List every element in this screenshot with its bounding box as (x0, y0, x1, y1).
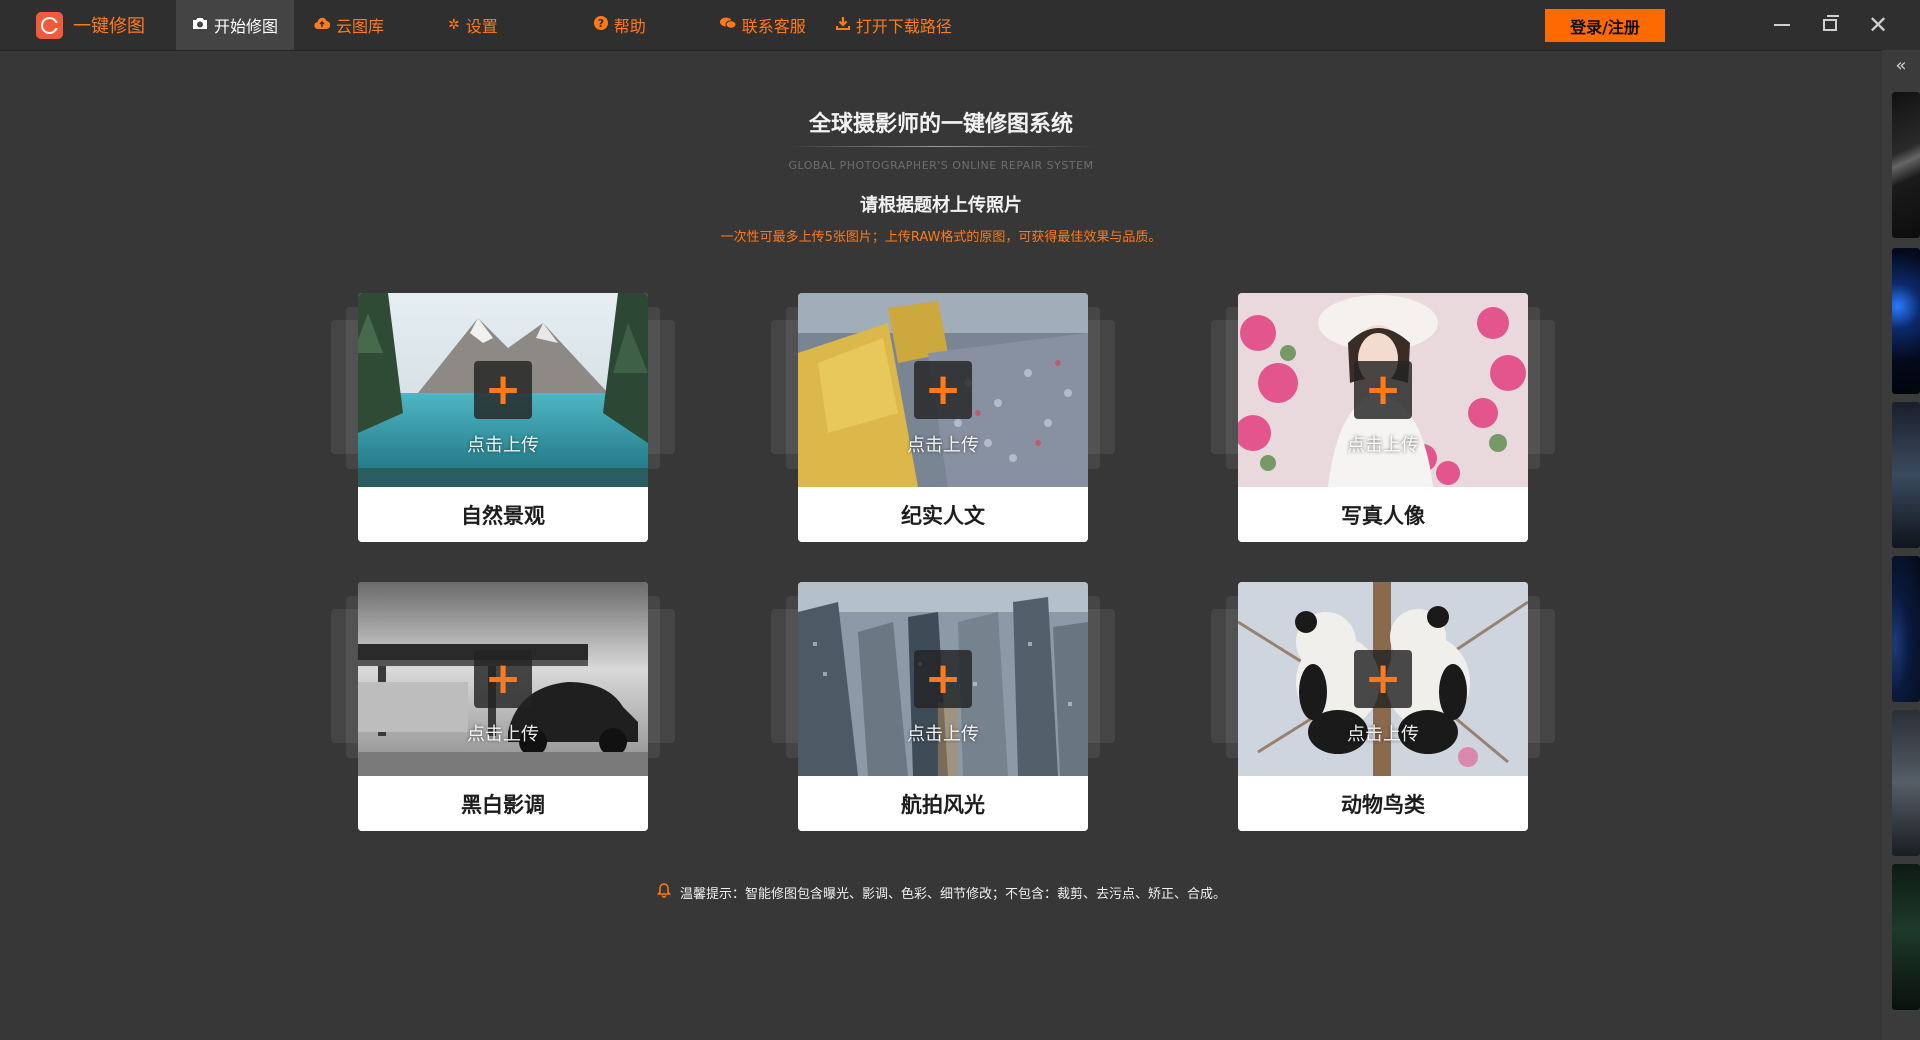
minimize-button[interactable] (1769, 12, 1795, 38)
nav-item-cloud-gallery[interactable]: 云图库 (294, 0, 408, 50)
nav-label: 云图库 (336, 17, 385, 36)
card-title: 航拍风光 (798, 776, 1088, 831)
plus-icon: + (1364, 364, 1402, 415)
plus-icon: + (484, 364, 522, 415)
nav-item-start-retouch[interactable]: 开始修图 (176, 0, 295, 50)
rail-thumbnail[interactable] (1892, 556, 1920, 702)
bell-icon (656, 882, 672, 902)
maximize-button[interactable] (1817, 12, 1843, 38)
card-title: 自然景观 (358, 487, 648, 542)
category-card-animals-birds[interactable]: + 点击上传 动物鸟类 (1211, 582, 1555, 831)
category-card-portrait[interactable]: + 点击上传 写真人像 (1211, 293, 1555, 542)
rail-thumbnail[interactable] (1892, 402, 1920, 548)
card-title: 黑白影调 (358, 776, 648, 831)
double-chevron-left-icon: « (1895, 54, 1907, 76)
category-card-nature[interactable]: + 点击上传 自然景观 (331, 293, 675, 542)
category-card-documentary[interactable]: + 点击上传 纪实人文 (771, 293, 1115, 542)
plus-icon: + (484, 653, 522, 704)
app-logo-icon (36, 11, 63, 39)
tip-bar: 温馨提示：智能修图包含曝光、影调、色彩、细节修改；不包含：裁剪、去污点、矫正、合… (0, 882, 1882, 902)
card-body: + 点击上传 航拍风光 (798, 582, 1088, 831)
card-body: + 点击上传 写真人像 (1238, 293, 1528, 542)
login-register-button[interactable]: 登录/注册 (1545, 9, 1665, 42)
upload-label: 点击上传 (467, 724, 539, 745)
nav-label: 开始修图 (214, 17, 279, 36)
page-title: 全球摄影师的一键修图系统 (808, 112, 1073, 137)
help-icon: ? (593, 16, 608, 34)
card-body: + 点击上传 黑白影调 (358, 582, 648, 831)
svg-text:?: ? (598, 17, 604, 30)
cloud-icon (314, 17, 331, 34)
page-subtitle: GLOBAL PHOTOGRAPHER'S ONLINE REPAIR SYST… (788, 159, 1094, 172)
upload-heading: 请根据题材上传照片 (860, 195, 1022, 216)
nav-label: 设置 (465, 17, 498, 36)
rail-thumbnail[interactable] (1892, 92, 1920, 238)
chat-icon (719, 17, 737, 33)
rail-thumbnail[interactable] (1892, 710, 1920, 856)
gear-icon: ✲ (448, 17, 460, 33)
nav-item-settings[interactable]: ✲ 设置 (408, 0, 554, 50)
rail-thumbnail[interactable] (1892, 248, 1920, 394)
nav-item-help[interactable]: ? 帮助 (554, 0, 686, 50)
main-nav: 开始修图 云图库 ✲ 设置 ? 帮助 联系客服 打开下载路径 (176, 0, 968, 50)
close-icon: ✕ (1867, 11, 1889, 39)
upload-label: 点击上传 (907, 724, 979, 745)
plus-icon: + (1364, 653, 1402, 704)
nav-label: 帮助 (613, 17, 646, 36)
rail-thumbnail[interactable] (1892, 864, 1920, 1010)
nav-item-contact-support[interactable]: 联系客服 (686, 0, 822, 50)
upload-button[interactable]: + (914, 650, 972, 708)
tip-text: 温馨提示：智能修图包含曝光、影调、色彩、细节修改；不包含：裁剪、去污点、矫正、合… (679, 886, 1226, 902)
app-name: 一键修图 (73, 16, 145, 37)
upload-label: 点击上传 (907, 435, 979, 456)
plus-icon: + (924, 653, 962, 704)
title-divider (786, 146, 1096, 147)
nav-label: 联系客服 (741, 17, 806, 36)
collapse-rail-button[interactable]: « (1882, 50, 1920, 80)
upload-button[interactable]: + (1354, 650, 1412, 708)
card-title: 纪实人文 (798, 487, 1088, 542)
upload-hint: 一次性可最多上传5张图片；上传RAW格式的原图，可获得最佳效果与品质。 (720, 230, 1162, 245)
card-body: + 点击上传 动物鸟类 (1238, 582, 1528, 831)
card-title: 动物鸟类 (1238, 776, 1528, 831)
nav-item-open-download-path[interactable]: 打开下载路径 (822, 0, 968, 50)
title-bar: 一键修图 开始修图 云图库 ✲ 设置 ? 帮助 联系客服 打开下载路径 登录/注… (0, 0, 1920, 51)
upload-label: 点击上传 (467, 435, 539, 456)
upload-label: 点击上传 (1347, 435, 1419, 456)
card-title: 写真人像 (1238, 487, 1528, 542)
upload-label: 点击上传 (1347, 724, 1419, 745)
upload-button[interactable]: + (914, 361, 972, 419)
card-body: + 点击上传 纪实人文 (798, 293, 1088, 542)
upload-button[interactable]: + (474, 650, 532, 708)
close-button[interactable]: ✕ (1865, 12, 1891, 38)
plus-icon: + (924, 364, 962, 415)
category-card-black-white[interactable]: + 点击上传 黑白影调 (331, 582, 675, 831)
card-body: + 点击上传 自然景观 (358, 293, 648, 542)
upload-button[interactable]: + (1354, 361, 1412, 419)
minimize-icon (1774, 24, 1790, 26)
upload-button[interactable]: + (474, 361, 532, 419)
nav-label: 打开下载路径 (855, 17, 952, 36)
download-icon (835, 16, 850, 34)
maximize-icon (1823, 15, 1839, 31)
category-card-aerial[interactable]: + 点击上传 航拍风光 (771, 582, 1115, 831)
camera-icon (192, 16, 208, 34)
brand[interactable]: 一键修图 (36, 11, 145, 39)
